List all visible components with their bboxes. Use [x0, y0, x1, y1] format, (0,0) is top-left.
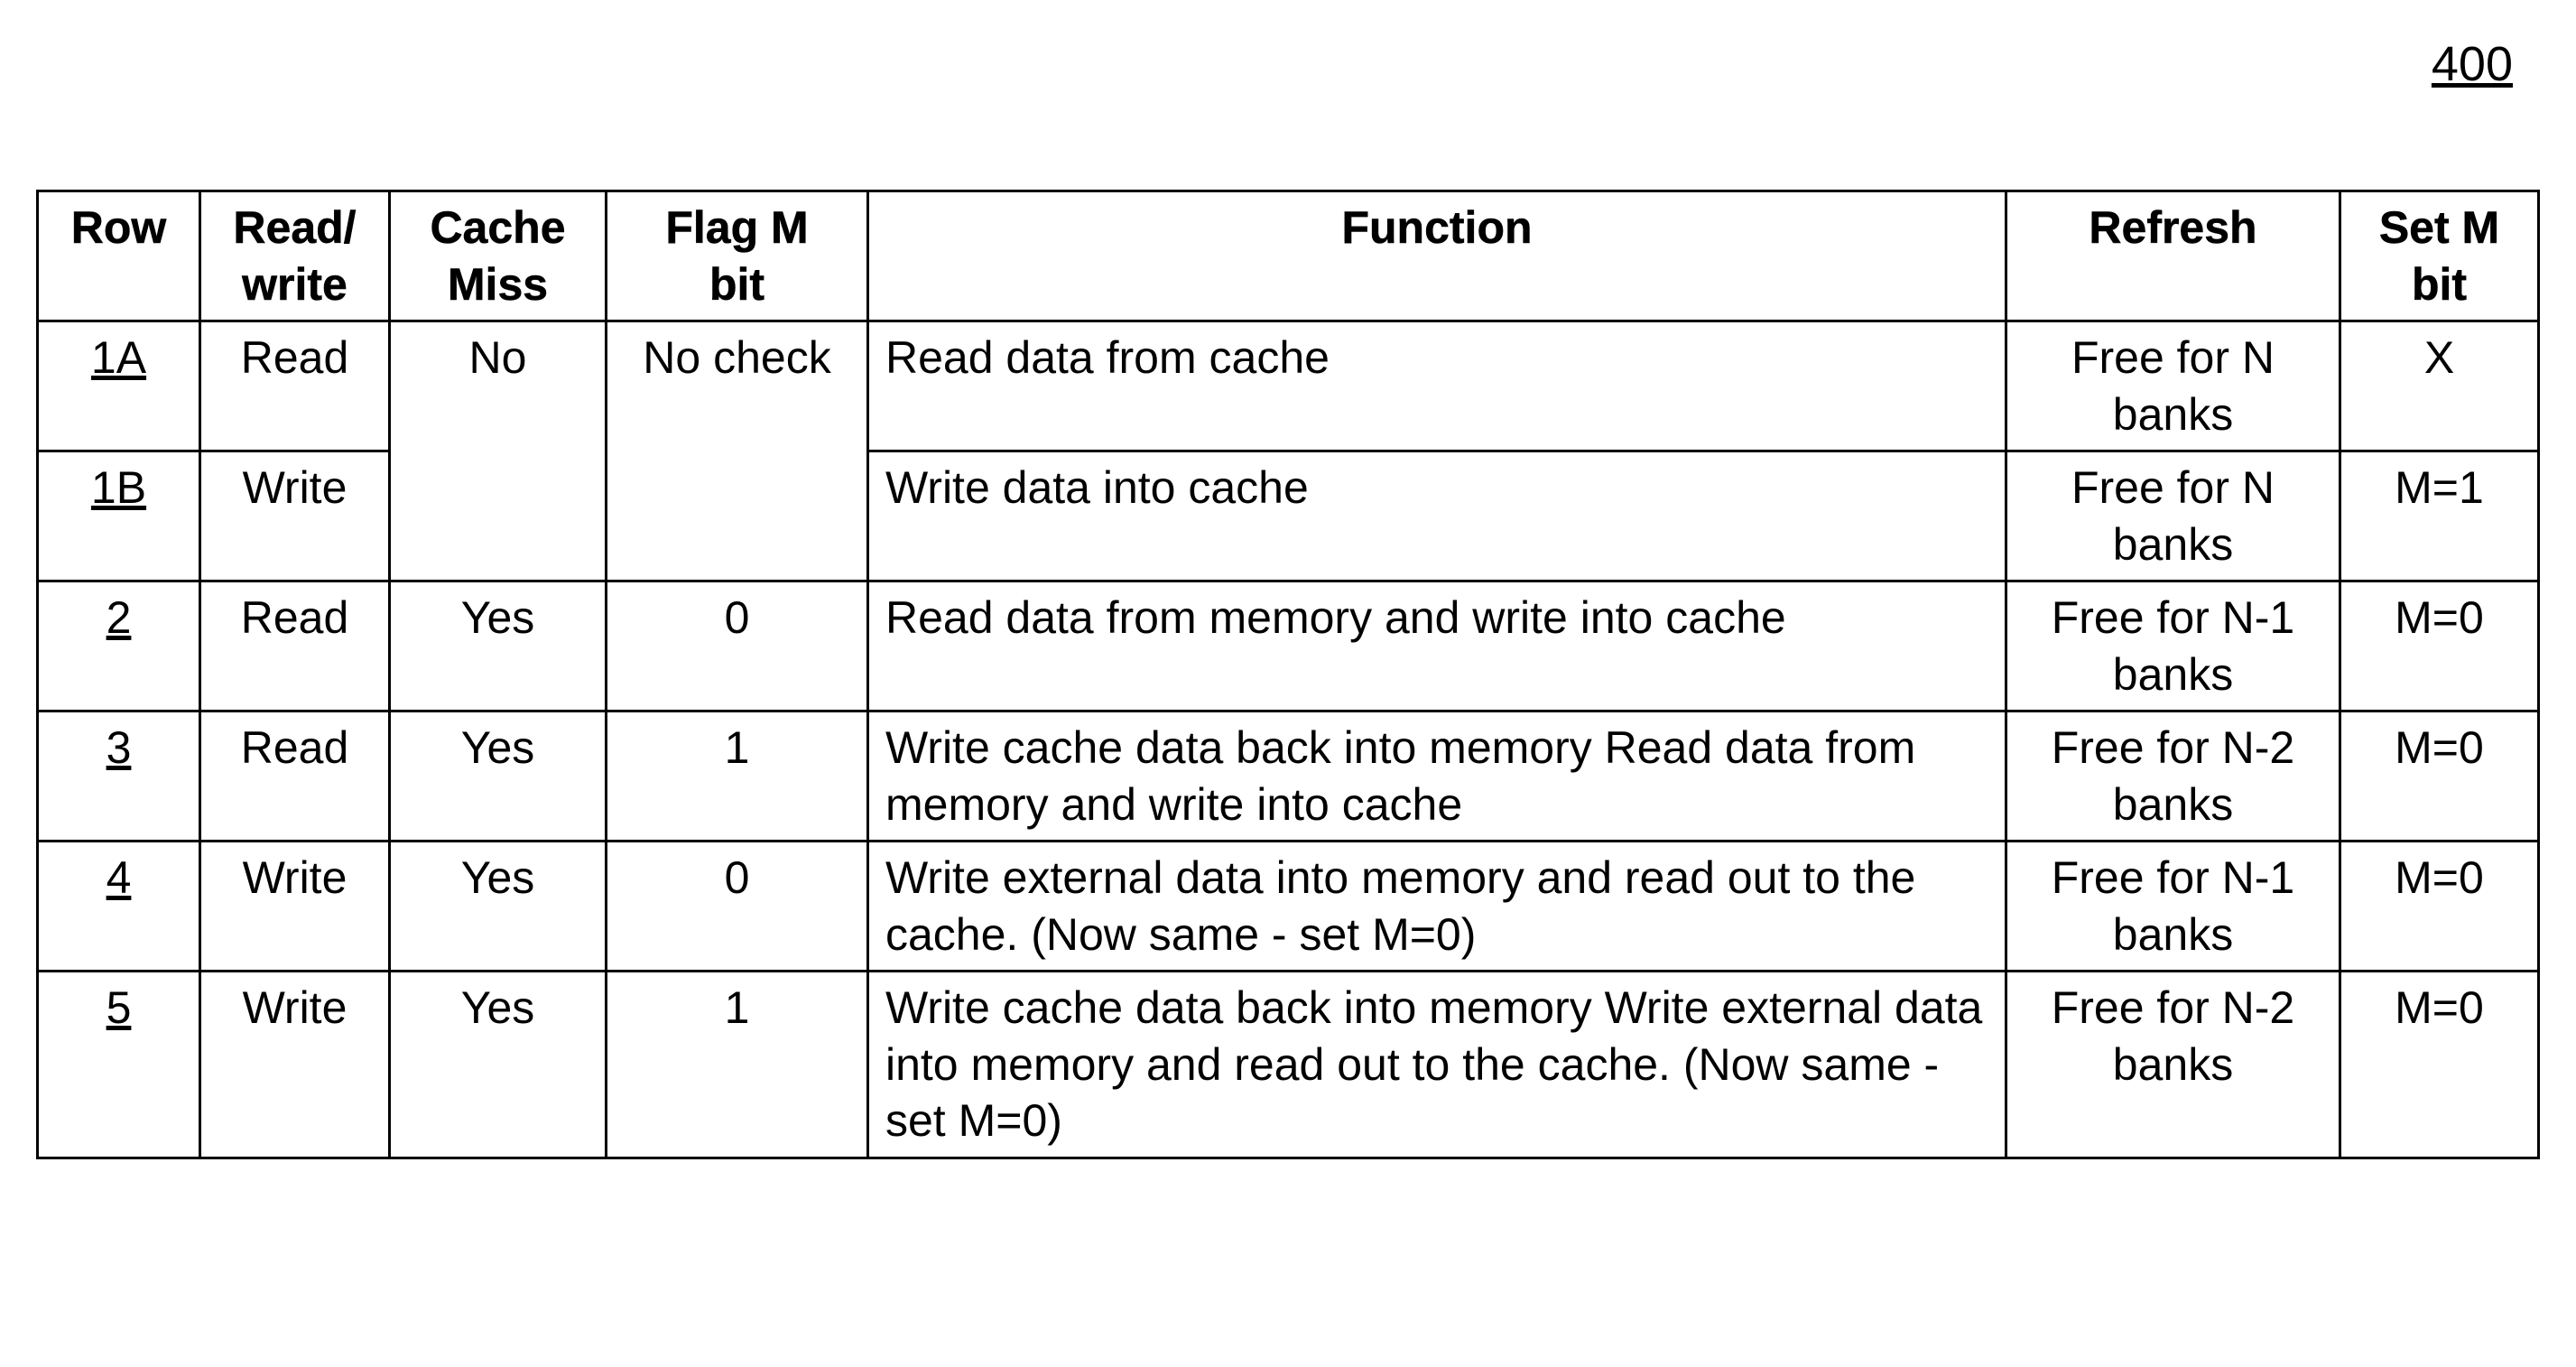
cell-refresh: Free for N-1 banks	[2006, 842, 2340, 972]
cell-cache-miss: Yes	[390, 711, 607, 842]
cell-read-write: Write	[200, 451, 390, 581]
table-row: 2 Read Yes 0 Read data from memory and w…	[38, 581, 2539, 711]
cell-set-m-bit: M=0	[2340, 842, 2539, 972]
figure-reference-number: 400	[2432, 36, 2513, 92]
header-flag-m-bit: Flag Mbit	[607, 191, 868, 321]
cell-set-m-bit: M=0	[2340, 711, 2539, 842]
cell-function: Write cache data back into memory Write …	[868, 972, 2006, 1158]
cell-flag-m-bit: 1	[607, 711, 868, 842]
cell-function: Write cache data back into memory Read d…	[868, 711, 2006, 842]
row-label: 1A	[91, 330, 146, 386]
cell-refresh: Free for N-2 banks	[2006, 711, 2340, 842]
table-header-row: Row Read/write CacheMiss Flag Mbit Funct…	[38, 191, 2539, 321]
row-label: 5	[107, 980, 132, 1037]
cell-row: 2	[38, 581, 200, 711]
cell-refresh: Free for N banks	[2006, 321, 2340, 451]
cell-function: Write external data into memory and read…	[868, 842, 2006, 972]
cell-read-write: Write	[200, 842, 390, 972]
cell-refresh: Free for N banks	[2006, 451, 2340, 581]
cell-read-write: Read	[200, 581, 390, 711]
cell-cache-miss: Yes	[390, 842, 607, 972]
cache-operations-table: Row Read/write CacheMiss Flag Mbit Funct…	[36, 190, 2540, 1159]
cell-set-m-bit: M=0	[2340, 972, 2539, 1158]
header-row: Row	[38, 191, 200, 321]
cell-refresh: Free for N-1 banks	[2006, 581, 2340, 711]
cell-flag-m-bit: 0	[607, 581, 868, 711]
cell-function: Read data from cache	[868, 321, 2006, 451]
cell-flag-m-bit: 1	[607, 972, 868, 1158]
table-row: 3 Read Yes 1 Write cache data back into …	[38, 711, 2539, 842]
cell-read-write: Read	[200, 321, 390, 451]
cell-row: 1A	[38, 321, 200, 451]
cell-flag-m-bit: 0	[607, 842, 868, 972]
header-set-m-bit: Set Mbit	[2340, 191, 2539, 321]
row-label: 1B	[91, 460, 146, 516]
table-row: 5 Write Yes 1 Write cache data back into…	[38, 972, 2539, 1158]
row-label: 3	[107, 720, 132, 776]
header-function: Function	[868, 191, 2006, 321]
cell-set-m-bit: M=1	[2340, 451, 2539, 581]
cell-set-m-bit: X	[2340, 321, 2539, 451]
cell-row: 5	[38, 972, 200, 1158]
cell-refresh: Free for N-2 banks	[2006, 972, 2340, 1158]
cell-row: 4	[38, 842, 200, 972]
table-row: 1A Read No No check Read data from cache…	[38, 321, 2539, 451]
cell-function: Write data into cache	[868, 451, 2006, 581]
row-label: 4	[107, 850, 132, 907]
cell-cache-miss: Yes	[390, 581, 607, 711]
cache-operations-table-wrapper: Row Read/write CacheMiss Flag Mbit Funct…	[36, 190, 2540, 1159]
cell-cache-miss: Yes	[390, 972, 607, 1158]
cell-cache-miss: No	[390, 321, 607, 581]
row-label: 2	[107, 590, 132, 646]
cell-function: Read data from memory and write into cac…	[868, 581, 2006, 711]
cell-row: 1B	[38, 451, 200, 581]
document-page: 400 Row Read/write CacheMiss Flag Mbit F…	[0, 0, 2576, 1367]
header-refresh: Refresh	[2006, 191, 2340, 321]
table-row: 4 Write Yes 0 Write external data into m…	[38, 842, 2539, 972]
cell-row: 3	[38, 711, 200, 842]
cell-set-m-bit: M=0	[2340, 581, 2539, 711]
cell-flag-m-bit: No check	[607, 321, 868, 581]
header-cache-miss: CacheMiss	[390, 191, 607, 321]
cell-read-write: Read	[200, 711, 390, 842]
cell-read-write: Write	[200, 972, 390, 1158]
header-read-write: Read/write	[200, 191, 390, 321]
